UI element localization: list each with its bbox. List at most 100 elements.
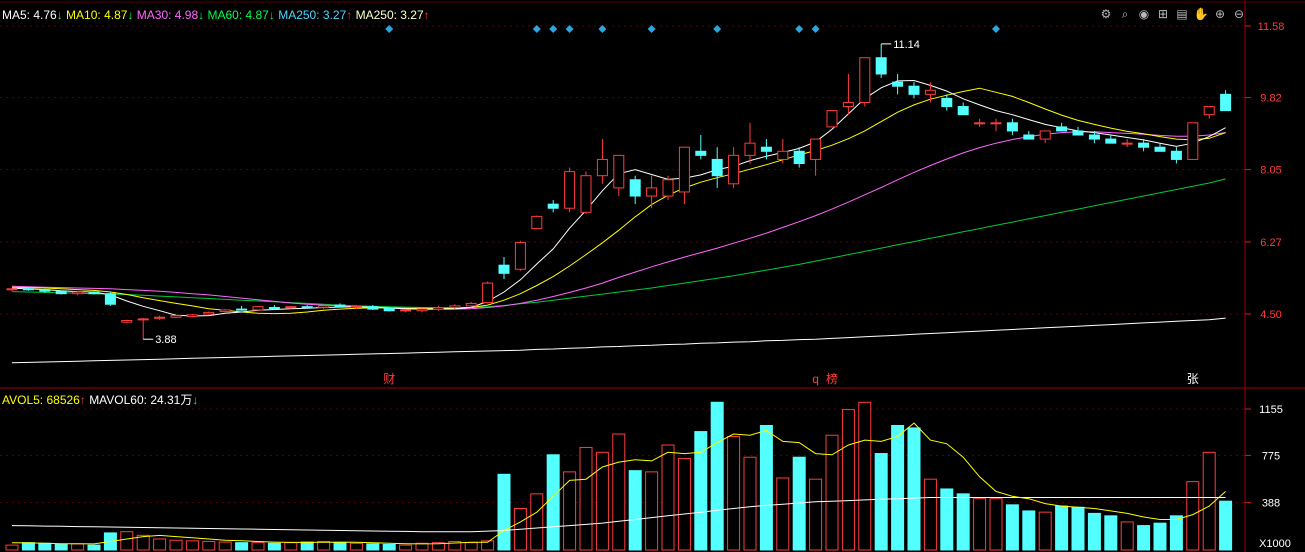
candle-body — [875, 57, 887, 75]
candle-body — [777, 150, 789, 160]
volume-bar — [923, 478, 937, 551]
candle-body — [170, 315, 182, 318]
candle — [941, 94, 953, 111]
candle-body — [400, 309, 412, 312]
candle — [629, 175, 641, 205]
volume-tick-label: 388 — [1262, 498, 1280, 510]
candle-body — [268, 306, 280, 309]
ma10-line — [11, 87, 1226, 315]
candle-body — [1088, 134, 1100, 140]
candle-body — [154, 316, 166, 319]
candle-body — [383, 307, 395, 312]
candle-body — [350, 305, 362, 308]
candle — [728, 147, 740, 188]
candlestick-volume-chart[interactable]: 11.58 9.82 8.05 6.27 4.50 1155 775 388 X1000 11.… — [0, 0, 1305, 552]
candle — [695, 135, 707, 160]
candle-body — [662, 179, 674, 197]
candle-body — [219, 309, 231, 313]
candle — [547, 200, 559, 213]
candle-body — [137, 318, 149, 321]
candle-body — [1203, 106, 1215, 116]
volume-bar — [973, 498, 987, 551]
volume-bar — [382, 544, 396, 551]
stock-chart-window: MA5: 4.76↓ MA10: 4.87↓ MA30: 4.98↓ MA60:… — [0, 0, 1305, 552]
candle-body — [104, 293, 116, 305]
candles — [6, 43, 1232, 340]
volume-bar — [1137, 525, 1151, 551]
volume-bar — [71, 543, 85, 551]
volume-bar — [5, 544, 19, 551]
candle-body — [482, 282, 494, 304]
volume-unit-label: X1000 — [1259, 538, 1291, 550]
info-diamond-icon — [992, 25, 1000, 33]
candle-body — [121, 320, 133, 323]
candle — [662, 175, 674, 201]
candle-body — [72, 291, 84, 295]
volume-bar — [1104, 515, 1118, 551]
candle-body — [646, 187, 658, 197]
candle-body — [432, 306, 444, 310]
candle-body — [1056, 126, 1068, 132]
candle — [1023, 130, 1035, 140]
candle-body — [514, 241, 526, 270]
candle — [1121, 139, 1133, 148]
candle — [1203, 106, 1215, 119]
candle — [892, 74, 904, 95]
candle — [974, 118, 986, 127]
candle-body — [859, 57, 871, 103]
price-axis: 11.58 9.82 8.05 6.27 4.50 1155 775 388 X1000 — [1245, 21, 1291, 550]
volume-bar — [956, 493, 970, 551]
candle — [564, 167, 576, 213]
volume-bar — [1055, 505, 1069, 551]
candle-body — [810, 138, 822, 160]
event-marker: 榜 — [826, 371, 838, 386]
candle — [990, 118, 1002, 131]
volume-bar — [202, 540, 216, 551]
candle — [482, 281, 494, 304]
candle-body — [974, 122, 986, 125]
candle — [170, 314, 182, 319]
candle — [1006, 118, 1018, 136]
volume-bar — [743, 456, 757, 551]
candle-body — [367, 306, 379, 310]
candle — [22, 287, 34, 291]
candle-body — [678, 146, 690, 193]
volume-bar — [530, 493, 544, 551]
candle-body — [941, 97, 953, 108]
candle — [400, 309, 412, 313]
candle-body — [744, 142, 756, 156]
volume-bar — [366, 543, 380, 551]
volume-bar — [153, 538, 167, 551]
candle — [580, 171, 592, 214]
candle — [613, 154, 625, 197]
candle — [1170, 147, 1182, 164]
candle — [318, 305, 330, 310]
candle-body — [629, 179, 641, 197]
info-diamond-icon — [565, 25, 574, 33]
ma250-line — [11, 317, 1226, 364]
ma60-line — [11, 178, 1226, 309]
volume-bar — [563, 471, 577, 551]
price-tick-label: 9.82 — [1260, 93, 1281, 105]
volume-bar — [546, 454, 560, 551]
candle — [137, 318, 149, 340]
volume-bar — [1153, 522, 1167, 551]
volume-bar — [612, 433, 626, 551]
candle-body — [728, 154, 740, 185]
high-label: 11.14 — [893, 39, 920, 51]
candle — [1039, 130, 1051, 144]
event-markers: 11.14 3.88 财 q 榜 张 — [143, 25, 1199, 386]
candle-body — [285, 306, 297, 309]
event-marker: 财 — [383, 372, 395, 386]
candle-body — [88, 291, 100, 295]
candle-body — [924, 89, 936, 95]
event-marker: q — [812, 372, 819, 386]
volume-bar — [251, 542, 265, 551]
candle-body — [793, 150, 805, 164]
candle — [957, 102, 969, 116]
volume-bar — [349, 542, 363, 551]
candle-body — [186, 314, 198, 317]
candle-body — [22, 288, 34, 291]
volume-bar — [333, 542, 347, 551]
volume-bar — [907, 427, 921, 551]
